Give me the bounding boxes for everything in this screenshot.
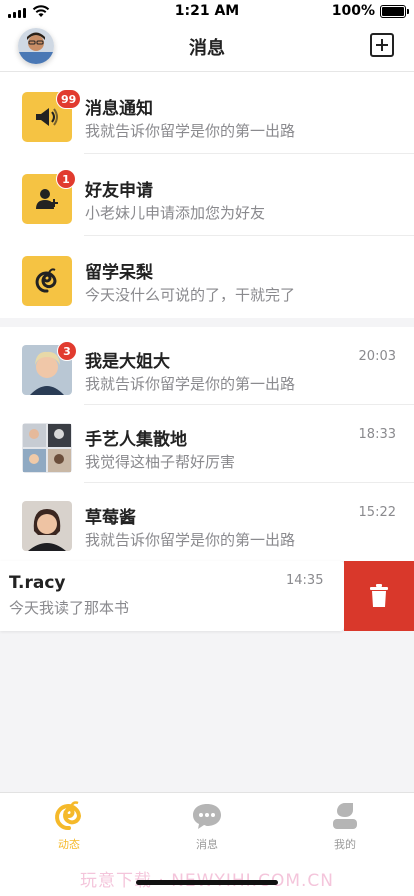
list-item-subtitle: 今天没什么可说的了，干就完了	[85, 286, 296, 304]
chat-time: 20:03	[358, 349, 396, 364]
chat-time: 15:22	[358, 505, 396, 520]
list-item[interactable]: 1 好友申请 小老妹儿申请添加您为好友	[0, 154, 414, 236]
list-item-subtitle: 小老妹儿申请添加您为好友	[85, 204, 266, 222]
tab-label: 动态	[58, 838, 80, 851]
chat-preview: 我就告诉你留学是你的第一出路	[85, 375, 296, 393]
chat-time: 18:33	[358, 427, 396, 442]
chat-title: 草莓酱	[85, 508, 136, 528]
swiped-chat-row: T.racy 今天我读了那本书 14:35	[0, 561, 414, 631]
tab-feed[interactable]: 动态	[0, 793, 138, 857]
avatar	[22, 501, 72, 551]
snail-logo-icon	[22, 256, 72, 306]
chat-list: 3 我是大姐大 我就告诉你留学是你的第一出路 20:03 手艺人集散地 我觉得这…	[0, 327, 414, 561]
list-item-title: 消息通知	[85, 99, 153, 119]
swiped-chat-content[interactable]: T.racy 今天我读了那本书 14:35	[0, 561, 344, 631]
trash-icon	[370, 584, 388, 607]
watermark: 玩意下载 · NEWYIHI.COM.CN	[80, 871, 333, 891]
profile-icon	[330, 801, 360, 831]
chat-title: T.racy	[9, 573, 66, 593]
nav-bar: 消息	[0, 24, 414, 72]
chat-bubble-icon	[192, 801, 222, 831]
add-button[interactable]	[370, 33, 394, 57]
list-item-title: 好友申请	[85, 181, 153, 201]
snail-logo-icon	[54, 801, 84, 831]
unread-badge: 99	[56, 89, 82, 109]
page-title: 消息	[189, 38, 225, 59]
chat-title: 手艺人集散地	[85, 430, 187, 450]
unread-badge: 1	[56, 169, 76, 189]
chat-preview: 今天我读了那本书	[9, 599, 130, 617]
tab-me[interactable]: 我的	[276, 793, 414, 857]
delete-button[interactable]	[344, 561, 414, 631]
tab-messages[interactable]: 消息	[138, 793, 276, 857]
unread-badge: 3	[57, 341, 77, 361]
chat-preview: 我觉得这柚子帮好厉害	[85, 453, 236, 471]
tab-label: 消息	[196, 838, 218, 851]
chat-time: 14:35	[286, 573, 324, 588]
system-message-list: 99 消息通知 我就告诉你留学是你的第一出路 1 好友申请 小老妹儿申请添加您为…	[0, 72, 414, 318]
chat-preview: 我就告诉你留学是你的第一出路	[85, 531, 296, 549]
home-indicator	[136, 880, 278, 885]
list-item[interactable]: 留学呆梨 今天没什么可说的了，干就完了	[0, 236, 414, 318]
status-bar: 1:21 AM 100%	[0, 0, 414, 24]
group-avatar	[22, 423, 72, 473]
chat-row[interactable]: 3 我是大姐大 我就告诉你留学是你的第一出路 20:03	[0, 327, 414, 405]
chat-row[interactable]: 手艺人集散地 我觉得这柚子帮好厉害 18:33	[0, 405, 414, 483]
list-item[interactable]: 99 消息通知 我就告诉你留学是你的第一出路	[0, 72, 414, 154]
chat-row[interactable]: 草莓酱 我就告诉你留学是你的第一出路 15:22	[0, 483, 414, 561]
list-item-subtitle: 我就告诉你留学是你的第一出路	[85, 122, 296, 140]
battery-percent: 100%	[331, 3, 375, 19]
list-item-title: 留学呆梨	[85, 263, 153, 283]
chat-title: 我是大姐大	[85, 352, 170, 372]
battery-icon	[380, 4, 409, 18]
tab-label: 我的	[334, 838, 356, 851]
